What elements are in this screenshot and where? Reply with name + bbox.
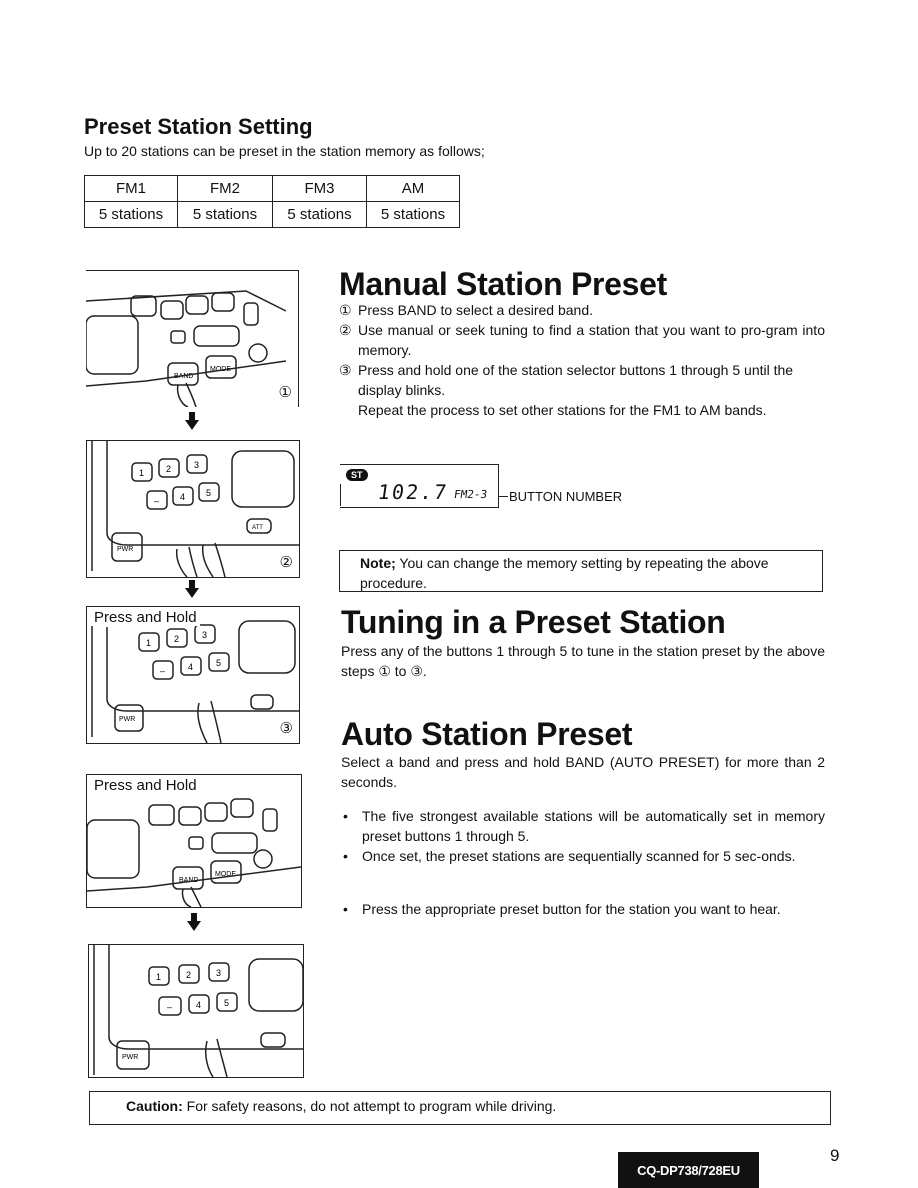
note-box: Note; You can change the memory setting … [339, 550, 823, 592]
band-value: 5 stations [84, 201, 178, 228]
page-number: 9 [830, 1146, 840, 1165]
frequency-readout: 102.7 [376, 480, 450, 504]
bullet-item: Press the appropriate preset button for … [341, 899, 825, 919]
band-capacity-table: FM1 FM2 FM3 AM 5 stations 5 stations 5 s… [84, 175, 460, 228]
svg-text:2: 2 [186, 970, 191, 980]
press-and-hold-label: Press and Hold [91, 609, 200, 626]
step-number: ① [339, 302, 352, 318]
note-label: Note; [360, 555, 396, 571]
manual-preset-title: Manual Station Preset [339, 266, 667, 302]
svg-text:–: – [167, 1002, 172, 1012]
tuning-preset-text: Press any of the buttons 1 through 5 to … [341, 643, 825, 679]
step-mark: ② [279, 554, 293, 571]
illustration-auto-preset-band: BAND MODE Press and Hold [86, 774, 302, 908]
step-text: Press BAND to select a desired band. [358, 302, 594, 318]
band-value: 5 stations [366, 201, 460, 228]
illustration-step-2: 1 2 3 – 4 5 PWR ATT ② [86, 440, 300, 578]
svg-text:–: – [154, 496, 159, 506]
svg-text:PWR: PWR [122, 1054, 138, 1061]
preset-setting-intro: Up to 20 stations can be preset in the s… [84, 143, 485, 159]
svg-text:4: 4 [188, 662, 193, 672]
svg-text:5: 5 [206, 488, 211, 498]
svg-text:ATT: ATT [252, 525, 263, 531]
svg-text:2: 2 [174, 634, 179, 644]
illustration-step-1: BAND MODE ① [86, 270, 299, 407]
svg-text:1: 1 [139, 468, 144, 478]
svg-text:PWR: PWR [119, 716, 135, 723]
press-and-hold-label: Press and Hold [91, 777, 200, 794]
svg-text:5: 5 [216, 658, 221, 668]
step-text: Use manual or seek tuning to find a stat… [358, 322, 825, 358]
car-stereo-preset-scan-drawing: 1 2 3 – 4 5 PWR [93, 945, 303, 1077]
svg-text:3: 3 [202, 630, 207, 640]
car-stereo-preset-buttons-drawing: 1 2 3 – 4 5 PWR ATT [91, 441, 299, 577]
svg-text:4: 4 [196, 1000, 201, 1010]
svg-text:1: 1 [146, 638, 151, 648]
illustration-auto-preset-buttons: 1 2 3 – 4 5 PWR [88, 944, 304, 1078]
band-header: FM2 [177, 175, 273, 202]
note-text: You can change the memory setting by rep… [360, 555, 769, 591]
caution-box: Caution: For safety reasons, do not atte… [89, 1091, 831, 1125]
tuning-preset-title: Tuning in a Preset Station [341, 604, 726, 640]
bullet-item: Once set, the preset stations are sequen… [341, 846, 825, 866]
manual-step: ② Use manual or seek tuning to find a st… [339, 320, 825, 360]
down-arrow-icon [185, 412, 199, 435]
auto-preset-bullets-last: Press the appropriate preset button for … [341, 899, 825, 919]
model-number-badge: CQ-DP738/728EU [618, 1152, 759, 1188]
step-mark: ① [278, 384, 292, 401]
svg-text:2: 2 [166, 464, 171, 474]
car-stereo-preset-hold-drawing: 1 2 3 – 4 5 PWR [91, 617, 299, 743]
car-stereo-faceplate-drawing: BAND MODE [86, 290, 287, 407]
manual-preset-steps: ① Press BAND to select a desired band. ②… [339, 300, 825, 420]
band-header-row: FM1 FM2 FM3 AM [84, 175, 460, 202]
step-text: Press and hold one of the station select… [358, 362, 794, 398]
caution-text: For safety reasons, do not attempt to pr… [182, 1098, 557, 1114]
note-content: Note; You can change the memory setting … [356, 553, 806, 593]
step-mark: ③ [279, 720, 293, 737]
manual-step: ③ Press and hold one of the station sele… [339, 360, 825, 400]
band-value: 5 stations [177, 201, 273, 228]
band-value: 5 stations [272, 201, 367, 228]
down-arrow-icon [187, 913, 201, 936]
band-value-row: 5 stations 5 stations 5 stations 5 stati… [84, 201, 460, 228]
svg-text:3: 3 [194, 460, 199, 470]
band-preset-readout: FM2-3 [453, 488, 489, 501]
button-number-callout: BUTTON NUMBER [509, 489, 623, 504]
manual-step: ① Press BAND to select a desired band. [339, 300, 825, 320]
step-number: ③ [339, 362, 352, 378]
auto-preset-bullets: The five strongest available stations wi… [341, 806, 825, 866]
bullet-item: The five strongest available stations wi… [341, 806, 825, 846]
svg-text:5: 5 [224, 998, 229, 1008]
car-stereo-band-hold-drawing: BAND MODE [87, 798, 301, 907]
svg-text:4: 4 [180, 492, 185, 502]
down-arrow-icon [185, 580, 199, 603]
auto-preset-intro: Select a band and press and hold BAND (A… [341, 754, 825, 790]
step-number: ② [339, 322, 352, 338]
svg-text:1: 1 [156, 972, 161, 982]
preset-setting-title: Preset Station Setting [84, 114, 313, 139]
repeat-text: Repeat the process to set other stations… [358, 402, 767, 418]
caution-label: Caution: [126, 1098, 183, 1114]
band-header: AM [366, 175, 460, 202]
band-header: FM1 [84, 175, 178, 202]
svg-text:3: 3 [216, 968, 221, 978]
auto-preset-title: Auto Station Preset [341, 716, 633, 752]
svg-text:–: – [160, 666, 165, 676]
svg-text:PWR: PWR [117, 546, 133, 553]
band-header: FM3 [272, 175, 367, 202]
lcd-display-example: ST 102.7 FM2-3 BUTTON NUMBER [340, 464, 640, 514]
illustration-step-3: 1 2 3 – 4 5 PWR Press and Hold ③ [86, 606, 300, 744]
callout-leader-line [498, 496, 508, 497]
lcd-frame-edge [340, 484, 341, 506]
stereo-indicator-badge: ST [346, 469, 368, 481]
